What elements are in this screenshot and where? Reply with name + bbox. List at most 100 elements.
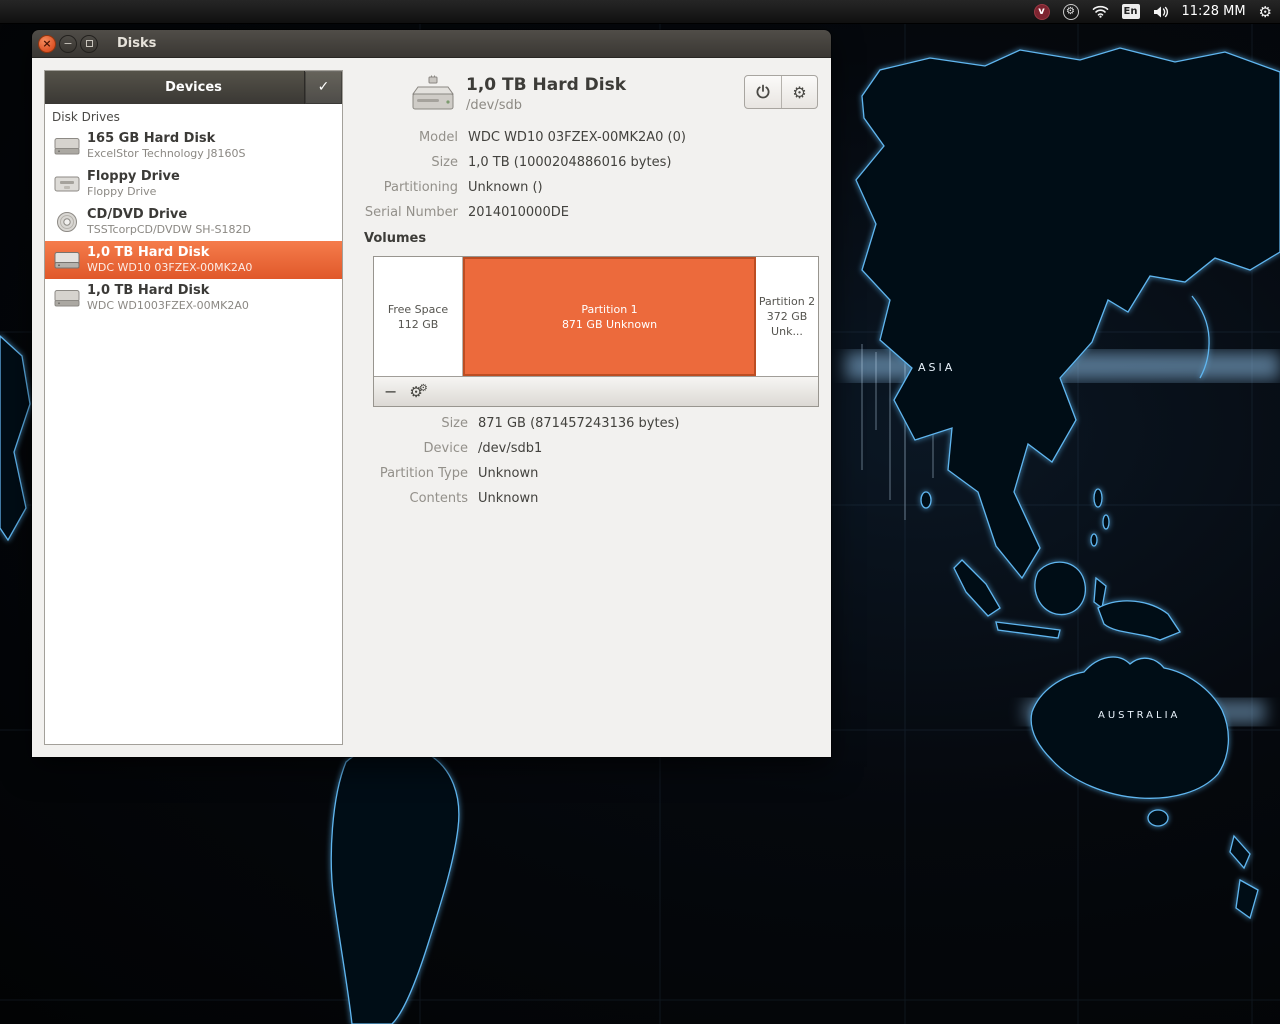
property-value: 871 GB (871457243136 bytes) bbox=[478, 416, 680, 431]
sidebar-item-floppy[interactable]: Floppy Drive Floppy Drive bbox=[45, 165, 342, 203]
property-value: 1,0 TB (1000204886016 bytes) bbox=[468, 155, 672, 170]
drive-details-pane: 1,0 TB Hard Disk /dev/sdb ⚙ Model WDC WD… bbox=[343, 58, 831, 757]
segment-line1: Partition 1 bbox=[581, 302, 638, 316]
property-label: Contents bbox=[409, 491, 468, 506]
property-value: WDC WD10 03FZEX-00MK2A0 (0) bbox=[468, 130, 686, 145]
delete-partition-button[interactable]: − bbox=[384, 383, 397, 400]
map-label-australia: AUSTRALIA bbox=[1098, 710, 1180, 721]
titlebar[interactable]: × − Disks bbox=[32, 30, 831, 58]
segment-line2: 372 GB Unk... bbox=[766, 310, 808, 338]
volume-segment-free-space[interactable]: Free Space 112 GB bbox=[374, 257, 463, 376]
volume-icon[interactable] bbox=[1153, 5, 1169, 19]
disks-window: × − Disks Devices ✓ Disk Drives 165 GB H… bbox=[32, 30, 831, 757]
drive-properties: Model WDC WD10 03FZEX-00MK2A0 (0) Size 1… bbox=[343, 125, 831, 225]
device-subtitle: ExcelStor Technology J8160S bbox=[87, 147, 246, 160]
property-label: Partitioning bbox=[383, 180, 458, 195]
property-label: Device bbox=[423, 441, 468, 456]
property-row: Model WDC WD10 03FZEX-00MK2A0 (0) bbox=[343, 125, 831, 150]
maximize-button[interactable] bbox=[80, 34, 98, 53]
optical-drive-icon bbox=[51, 210, 83, 234]
session-menu-gear-icon[interactable]: ⚙ bbox=[1259, 3, 1272, 21]
map-label-asia: ASIA bbox=[918, 361, 955, 374]
hard-disk-icon bbox=[51, 250, 83, 271]
device-title: 1,0 TB Hard Disk bbox=[87, 283, 210, 298]
panel-indicators: v ⚙ En 11:28 MM ⚙ bbox=[1033, 0, 1272, 23]
sidebar-item-cd-dvd[interactable]: CD/DVD Drive TSSTcorpCD/DVDW SH-S182D bbox=[45, 203, 342, 241]
segment-line2: 871 GB Unknown bbox=[561, 317, 658, 331]
property-row: Partition Type Unknown bbox=[343, 461, 831, 486]
desktop: ASIA AUSTRALIA v ⚙ En 11:28 MM ⚙ × − Dis… bbox=[0, 0, 1280, 1024]
partition-settings-button[interactable]: ⚙⚙ bbox=[409, 383, 427, 401]
drive-icon bbox=[410, 75, 456, 119]
sidebar-item-1tb-disk-2[interactable]: 1,0 TB Hard Disk WDC WD1003FZEX-00MK2A0 bbox=[45, 279, 342, 317]
window-title: Disks bbox=[117, 36, 157, 51]
property-label: Size bbox=[441, 416, 468, 431]
property-label: Partition Type bbox=[379, 466, 468, 481]
property-row: Contents Unknown bbox=[343, 486, 831, 511]
volumes-widget: Free Space 112 GB Partition 1 871 GB Unk… bbox=[373, 256, 819, 407]
sidebar-item-text: Floppy Drive Floppy Drive bbox=[87, 169, 180, 199]
volumes-heading: Volumes bbox=[364, 231, 427, 246]
power-icon bbox=[756, 84, 770, 99]
device-title: Floppy Drive bbox=[87, 169, 180, 184]
devices-sidebar: Devices ✓ Disk Drives 165 GB Hard Disk E… bbox=[44, 70, 343, 745]
property-value: Unknown () bbox=[468, 180, 543, 195]
hard-disk-icon bbox=[51, 288, 83, 309]
sidebar-item-165gb-disk[interactable]: 165 GB Hard Disk ExcelStor Technology J8… bbox=[45, 127, 342, 165]
minimize-button[interactable]: − bbox=[59, 34, 77, 53]
gears-icon-small: ⚙ bbox=[418, 382, 428, 394]
property-row: Serial Number 2014010000DE bbox=[343, 200, 831, 225]
volume-bar: Free Space 112 GB Partition 1 871 GB Unk… bbox=[374, 257, 818, 376]
device-title: 165 GB Hard Disk bbox=[87, 131, 216, 146]
property-row: Size 1,0 TB (1000204886016 bytes) bbox=[343, 150, 831, 175]
volume-segment-partition-2[interactable]: Partition 2 372 GB Unk... bbox=[756, 257, 818, 376]
multi-select-toggle-button[interactable]: ✓ bbox=[304, 71, 342, 104]
device-subtitle: Floppy Drive bbox=[87, 185, 157, 198]
property-label: Serial Number bbox=[364, 205, 458, 220]
drive-device-path: /dev/sdb bbox=[466, 98, 522, 113]
gear-icon: ⚙ bbox=[792, 82, 807, 102]
property-label: Model bbox=[418, 130, 458, 145]
segment-line1: Free Space bbox=[387, 302, 449, 316]
close-button[interactable]: × bbox=[38, 34, 56, 53]
segment-line1: Partition 2 bbox=[758, 295, 816, 308]
segment-line2: 112 GB bbox=[397, 317, 439, 331]
property-row: Partitioning Unknown () bbox=[343, 175, 831, 200]
partition-properties: Size 871 GB (871457243136 bytes) Device … bbox=[343, 411, 831, 511]
drive-action-buttons: ⚙ bbox=[744, 75, 818, 109]
property-value: 2014010000DE bbox=[468, 205, 569, 220]
window-body: Devices ✓ Disk Drives 165 GB Hard Disk E… bbox=[32, 58, 831, 757]
device-subtitle: WDC WD1003FZEX-00MK2A0 bbox=[87, 299, 249, 312]
drive-menu-button[interactable]: ⚙ bbox=[781, 76, 817, 108]
device-title: 1,0 TB Hard Disk bbox=[87, 245, 210, 260]
sidebar-item-text: 1,0 TB Hard Disk WDC WD1003FZEX-00MK2A0 bbox=[87, 283, 249, 313]
power-off-button[interactable] bbox=[745, 76, 781, 108]
wifi-icon[interactable] bbox=[1092, 5, 1109, 18]
top-panel: v ⚙ En 11:28 MM ⚙ bbox=[0, 0, 1280, 24]
volume-segment-partition-1-selected[interactable]: Partition 1 871 GB Unknown bbox=[463, 257, 756, 376]
device-title: CD/DVD Drive bbox=[87, 207, 188, 222]
v-indicator-icon[interactable]: v bbox=[1033, 3, 1050, 20]
sidebar-item-text: 165 GB Hard Disk ExcelStor Technology J8… bbox=[87, 131, 246, 161]
property-value: Unknown bbox=[478, 466, 539, 481]
property-value: Unknown bbox=[478, 491, 539, 506]
keyboard-layout-indicator[interactable]: En bbox=[1121, 4, 1140, 19]
disk-drives-section-label: Disk Drives bbox=[52, 110, 120, 124]
drive-title: 1,0 TB Hard Disk bbox=[466, 75, 627, 95]
device-subtitle: WDC WD10 03FZEX-00MK2A0 bbox=[87, 261, 253, 274]
property-label: Size bbox=[431, 155, 458, 170]
device-subtitle: TSSTcorpCD/DVDW SH-S182D bbox=[87, 223, 251, 236]
sidebar-item-1tb-disk-selected[interactable]: 1,0 TB Hard Disk WDC WD10 03FZEX-00MK2A0 bbox=[45, 241, 342, 279]
property-value: /dev/sdb1 bbox=[478, 441, 543, 456]
session-circle-gear-icon[interactable]: ⚙ bbox=[1062, 3, 1079, 20]
sidebar-item-text: CD/DVD Drive TSSTcorpCD/DVDW SH-S182D bbox=[87, 207, 251, 237]
volume-toolbar: − ⚙⚙ bbox=[374, 376, 818, 406]
devices-header: Devices ✓ bbox=[45, 71, 342, 104]
property-row: Size 871 GB (871457243136 bytes) bbox=[343, 411, 831, 436]
maximize-icon bbox=[85, 40, 93, 47]
hard-disk-icon bbox=[51, 136, 83, 157]
devices-header-label: Devices bbox=[165, 80, 222, 95]
floppy-drive-icon bbox=[51, 174, 83, 195]
clock[interactable]: 11:28 MM bbox=[1182, 4, 1246, 19]
property-row: Device /dev/sdb1 bbox=[343, 436, 831, 461]
